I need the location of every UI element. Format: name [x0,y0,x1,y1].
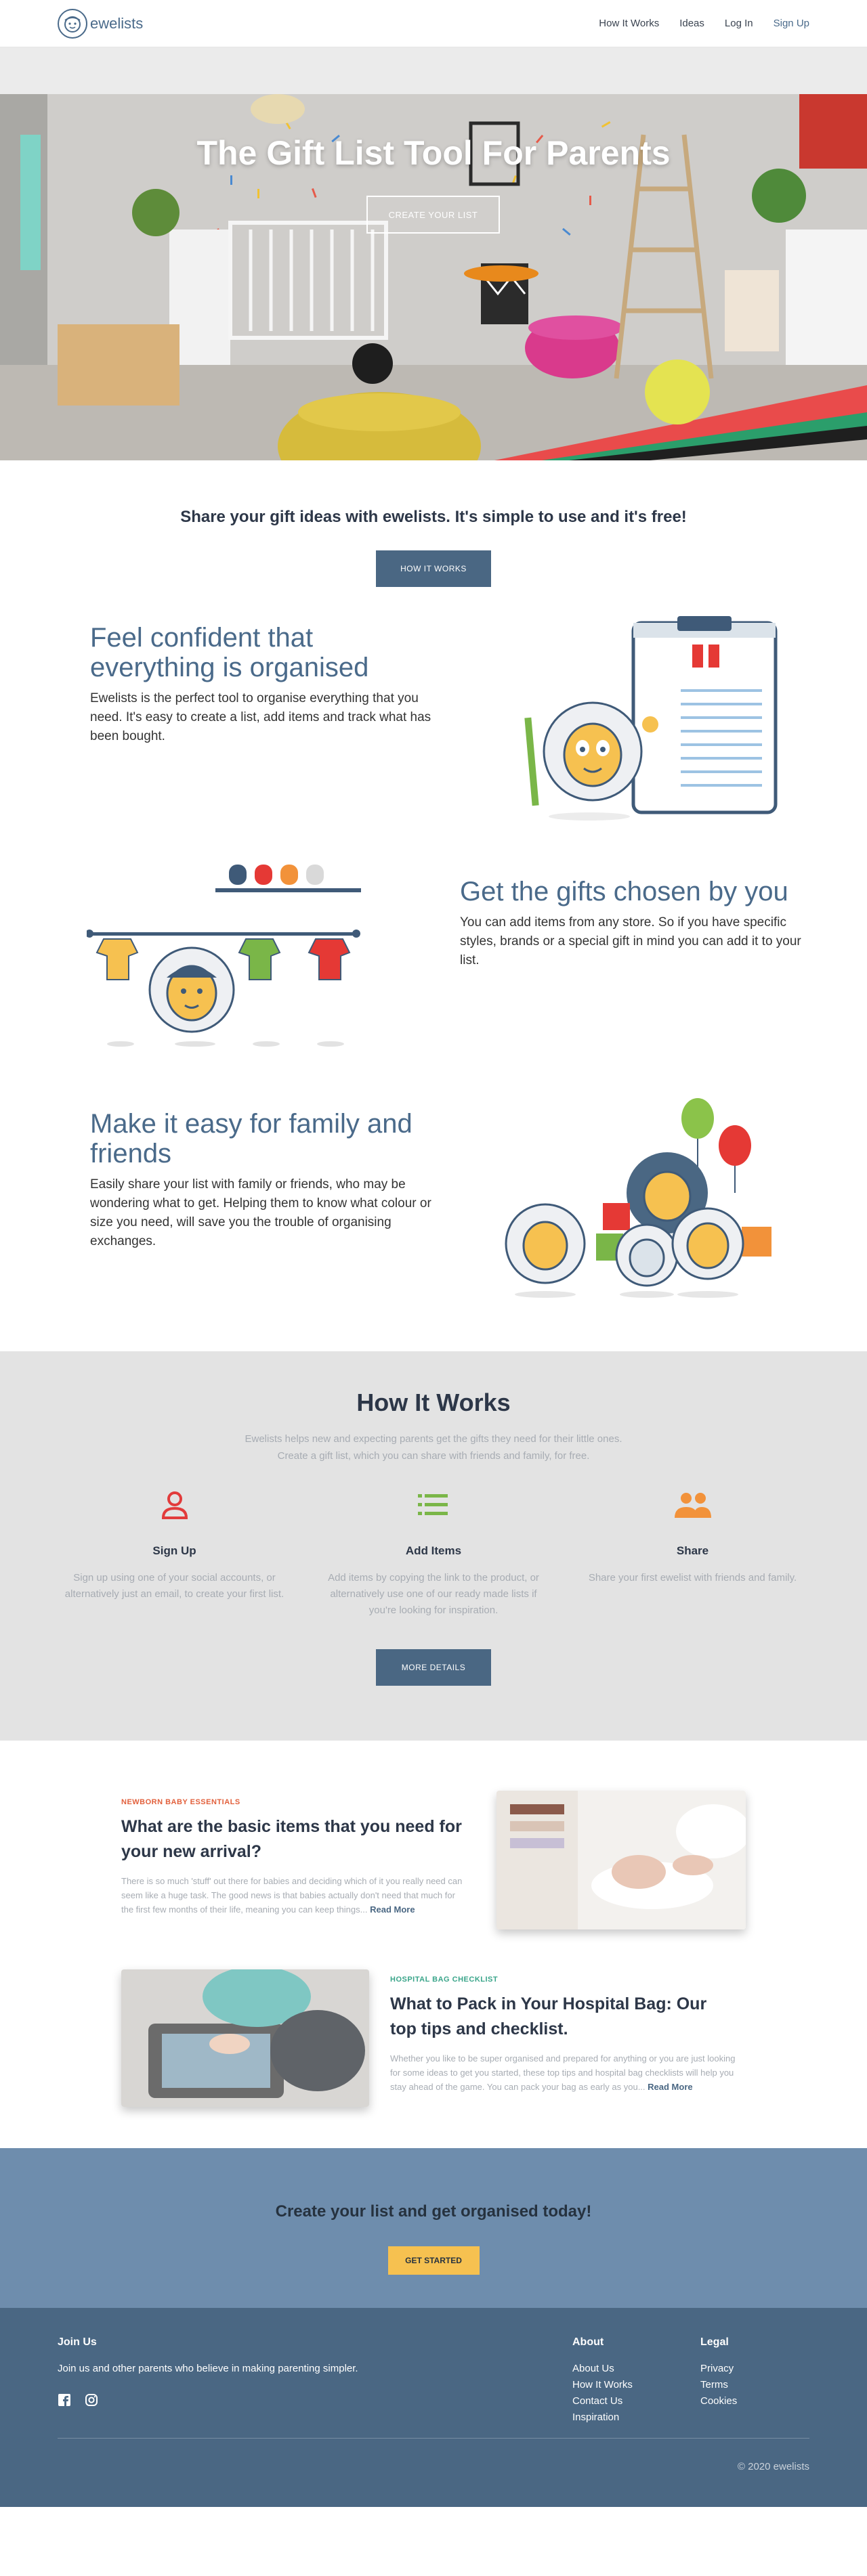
footer-about: About About Us How It Works Contact Us I… [572,2336,633,2426]
sheep-family-illustration [505,1098,771,1298]
nav-link-signup[interactable]: Sign Up [774,18,809,29]
intro-headline: Share your gift ideas with ewelists. It'… [180,508,687,526]
instagram-icon[interactable] [85,2393,98,2410]
list-icon [317,1485,551,1525]
sheep-clipboard-illustration [524,616,778,821]
logo[interactable]: ewelists [58,8,144,39]
step-body: Add items by copying the link to the pro… [328,1572,539,1616]
subtitle-line: Create a gift list, which you can share … [277,1450,590,1462]
footer-join-text: Join us and other parents who believe in… [58,2363,358,2374]
hero-title: The Gift List Tool For Parents [196,134,671,172]
feature-body: Ewelists is the perfect tool to organise… [90,691,431,743]
cta-headline: Create your list and get organised today… [275,2202,592,2221]
how-it-works-subtitle: Ewelists helps new and expecting parents… [0,1431,867,1464]
nav-link-ideas[interactable]: Ideas [679,18,704,29]
article-newborn[interactable]: NEWBORN BABY ESSENTIALS What are the bas… [121,1798,467,1917]
how-it-works-button[interactable]: HOW IT WORKS [376,550,491,587]
nav-link-how-it-works[interactable]: How It Works [599,18,659,29]
user-icon [58,1485,291,1525]
footer-link-cookies[interactable]: Cookies [700,2395,737,2407]
feature-text: Feel confident that everything is organi… [90,623,436,746]
feature-title: Get the gifts chosen by you [460,877,788,907]
article-category: HOSPITAL BAG CHECKLIST [390,1975,499,1984]
articles-section: NEWBORN BABY ESSENTIALS What are the bas… [0,1741,867,2148]
footer-link-about-us[interactable]: About Us [572,2363,614,2374]
article-title[interactable]: What to Pack in Your Hospital Bag: Our t… [390,1992,736,2042]
subtitle-line: Ewelists helps new and expecting parents… [245,1433,622,1445]
feature-organised: Feel confident that everything is organi… [0,603,867,854]
hero: The Gift List Tool For Parents CREATE YO… [0,94,867,460]
feature-title: Feel confident that everything is organi… [90,623,369,682]
more-details-button[interactable]: MORE DETAILS [376,1649,491,1686]
article-title[interactable]: What are the basic items that you need f… [121,1814,467,1864]
top-nav: ewelists How It Works Ideas Log In Sign … [0,0,867,47]
feature-gifts: Get the gifts chosen by you You can add … [0,854,867,1085]
read-more-link[interactable]: Read More [648,2082,692,2092]
create-list-button[interactable]: CREATE YOUR LIST [366,196,500,234]
step-title: Sign Up [152,1544,196,1557]
nav-links: How It Works Ideas Log In Sign Up [599,18,809,29]
footer-about-title: About [572,2336,604,2348]
get-started-button[interactable]: GET STARTED [387,2246,480,2275]
nav-link-login[interactable]: Log In [725,18,753,29]
footer-join-title: Join Us [58,2336,97,2348]
newborn-article-image[interactable] [496,1791,746,1929]
feature-text: Get the gifts chosen by you You can add … [460,877,805,970]
step-add-items: Add Items Add items by copying the link … [317,1485,551,1619]
step-body: Share your first ewelist with friends an… [588,1572,797,1584]
intro-section: Share your gift ideas with ewelists. It'… [0,460,867,603]
article-excerpt: There is so much 'stuff' out there for b… [121,1874,467,1917]
step-body: Sign up using one of your social account… [64,1572,284,1600]
sheep-logo-icon [58,8,87,39]
logo-text: ewelists [90,14,144,32]
footer-link-privacy[interactable]: Privacy [700,2363,734,2374]
step-share: Share Share your first ewelist with frie… [576,1485,809,1619]
feature-body: You can add items from any store. So if … [460,915,801,967]
feature-text: Make it easy for family and friends Easi… [90,1109,436,1251]
hospital-bag-article-image[interactable] [121,1969,369,2107]
footer: Join Us Join us and other parents who be… [0,2308,867,2507]
step-title: Add Items [405,1544,462,1557]
step-title: Share [676,1544,709,1557]
feature-family: Make it easy for family and friends Easi… [0,1085,867,1351]
facebook-icon[interactable] [58,2393,71,2410]
how-it-works-section: How It Works Ewelists helps new and expe… [0,1351,867,1741]
feature-body: Easily share your list with family or fr… [90,1177,431,1248]
footer-link-contact-us[interactable]: Contact Us [572,2395,622,2407]
sheep-clothesline-illustration [87,865,361,1047]
read-more-link[interactable]: Read More [370,1904,415,1915]
social-links [58,2393,396,2410]
footer-link-terms[interactable]: Terms [700,2379,728,2391]
grey-band [0,47,867,94]
how-it-works-title: How It Works [356,1389,511,1416]
footer-legal: Legal Privacy Terms Cookies [700,2336,737,2409]
footer-join: Join Us Join us and other parents who be… [58,2336,396,2410]
footer-divider [58,2438,809,2439]
footer-legal-title: Legal [700,2336,729,2348]
cta-section: Create your list and get organised today… [0,2148,867,2308]
people-icon [576,1485,809,1525]
footer-link-inspiration[interactable]: Inspiration [572,2411,619,2423]
feature-title: Make it easy for family and friends [90,1109,413,1169]
article-hospital-bag[interactable]: HOSPITAL BAG CHECKLIST What to Pack in Y… [390,1975,736,2094]
article-category: NEWBORN BABY ESSENTIALS [121,1798,240,1806]
footer-link-how-it-works[interactable]: How It Works [572,2379,633,2391]
step-sign-up: Sign Up Sign up using one of your social… [58,1485,291,1619]
steps: Sign Up Sign up using one of your social… [0,1485,867,1619]
copyright: © 2020 ewelists [737,2461,809,2472]
article-excerpt: Whether you like to be super organised a… [390,2051,736,2094]
